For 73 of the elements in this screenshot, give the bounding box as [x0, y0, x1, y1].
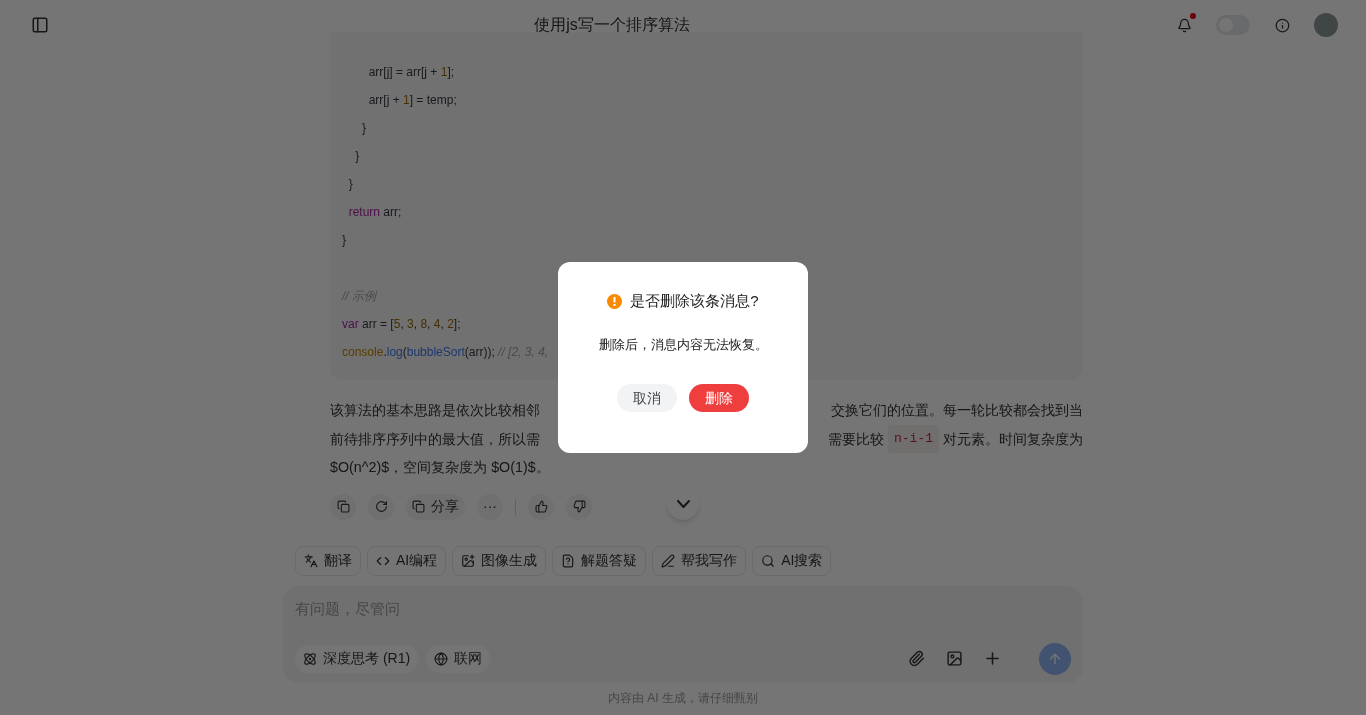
tool-chip[interactable]: 帮我写作 [652, 545, 747, 576]
solve-tool-icon [561, 553, 576, 568]
avatar[interactable] [1314, 13, 1338, 37]
code-token: console [342, 345, 384, 359]
code-token: var [342, 317, 359, 331]
paragraph-text: 交换它们的位置。每一轮比较都会找到当 [831, 401, 1083, 420]
code-token: , [427, 317, 432, 331]
dislike-button[interactable] [566, 493, 592, 520]
code-token: } [342, 233, 346, 247]
atom-icon [303, 651, 317, 666]
search-tool-icon [761, 553, 776, 568]
thumbs-up-icon [534, 500, 548, 513]
paperclip-icon [907, 650, 925, 667]
paragraph-text: 需要比较 [828, 429, 884, 449]
globe-icon [434, 651, 449, 666]
copy-icon [336, 500, 350, 513]
tool-chip[interactable]: 解题答疑 [552, 545, 647, 576]
tool-chip[interactable]: AI搜索 [752, 545, 832, 576]
code-token: , [413, 317, 419, 331]
code-token: , [440, 317, 445, 331]
regenerate-button[interactable] [368, 493, 394, 520]
option-chip[interactable]: 深度思考 (R1) [295, 644, 419, 673]
code-token: , [400, 317, 405, 331]
dialog-message: 删除后，消息内容无法恢复。 [598, 335, 768, 354]
code-token: bubbleSort [406, 345, 465, 359]
code-token: ( [402, 345, 407, 359]
code-token: arr[j] = arr[j + [367, 65, 439, 79]
thumbs-down-icon [572, 500, 586, 513]
tool-chip[interactable]: 图像生成 [452, 545, 547, 576]
tool-chip[interactable]: 翻译 [295, 545, 361, 576]
warning-icon [607, 293, 623, 309]
dialog-title: 是否删除该条消息? [630, 291, 759, 311]
sidebar-icon [31, 16, 49, 34]
code-token: ] = temp; [409, 93, 457, 107]
cancel-button[interactable]: 取消 [617, 384, 677, 412]
inline-code: n-i-1 [888, 424, 939, 453]
refresh-icon [374, 500, 388, 513]
option-chip[interactable]: 联网 [426, 644, 491, 673]
delete-button[interactable]: 删除 [689, 384, 749, 412]
share-button[interactable]: 分享 [406, 493, 465, 520]
code-token: arr[j + [367, 93, 401, 107]
more-button[interactable]: ··· [477, 493, 503, 520]
paragraph-text: $O(n^2)$，空间复杂度为 $O(1)$。 [330, 458, 550, 477]
paragraph-text: 该算法的基本思路是依次比较相邻 [330, 401, 540, 420]
paragraph-text: 对元素。时间复杂度为 [943, 429, 1083, 449]
code-token: log [386, 345, 403, 359]
chat-title: 使用js写一个排序算法 [534, 15, 690, 35]
code-token: } [347, 177, 353, 191]
code-token: 2 [447, 317, 454, 331]
code-token: 3 [407, 317, 414, 331]
copy-button[interactable] [330, 493, 356, 520]
code-token: return [347, 205, 380, 219]
tool-chip[interactable]: AI编程 [367, 545, 447, 576]
chevron-down-icon [676, 499, 690, 508]
info-icon [1274, 17, 1290, 33]
code-token: } [354, 149, 360, 163]
code-token: . [383, 345, 387, 359]
code-token: } [361, 121, 366, 135]
bell-icon [1176, 17, 1192, 33]
copy-icon [412, 500, 425, 513]
image-tool-icon [461, 553, 476, 568]
paragraph-text: 前待排序序列中的最大值，所以需 [330, 429, 540, 449]
code-token: 1 [403, 93, 410, 107]
image-icon [945, 650, 963, 667]
code-token: arr; [382, 205, 402, 219]
code-token: 1 [440, 65, 448, 79]
like-button[interactable] [528, 493, 554, 520]
code-token: (arr)); [464, 345, 496, 359]
code-token: ]; [453, 317, 461, 331]
code-token: ]; [447, 65, 455, 79]
code-token: arr = [ [361, 317, 394, 331]
translate-tool-icon [304, 553, 318, 568]
write-tool-icon [661, 553, 676, 568]
